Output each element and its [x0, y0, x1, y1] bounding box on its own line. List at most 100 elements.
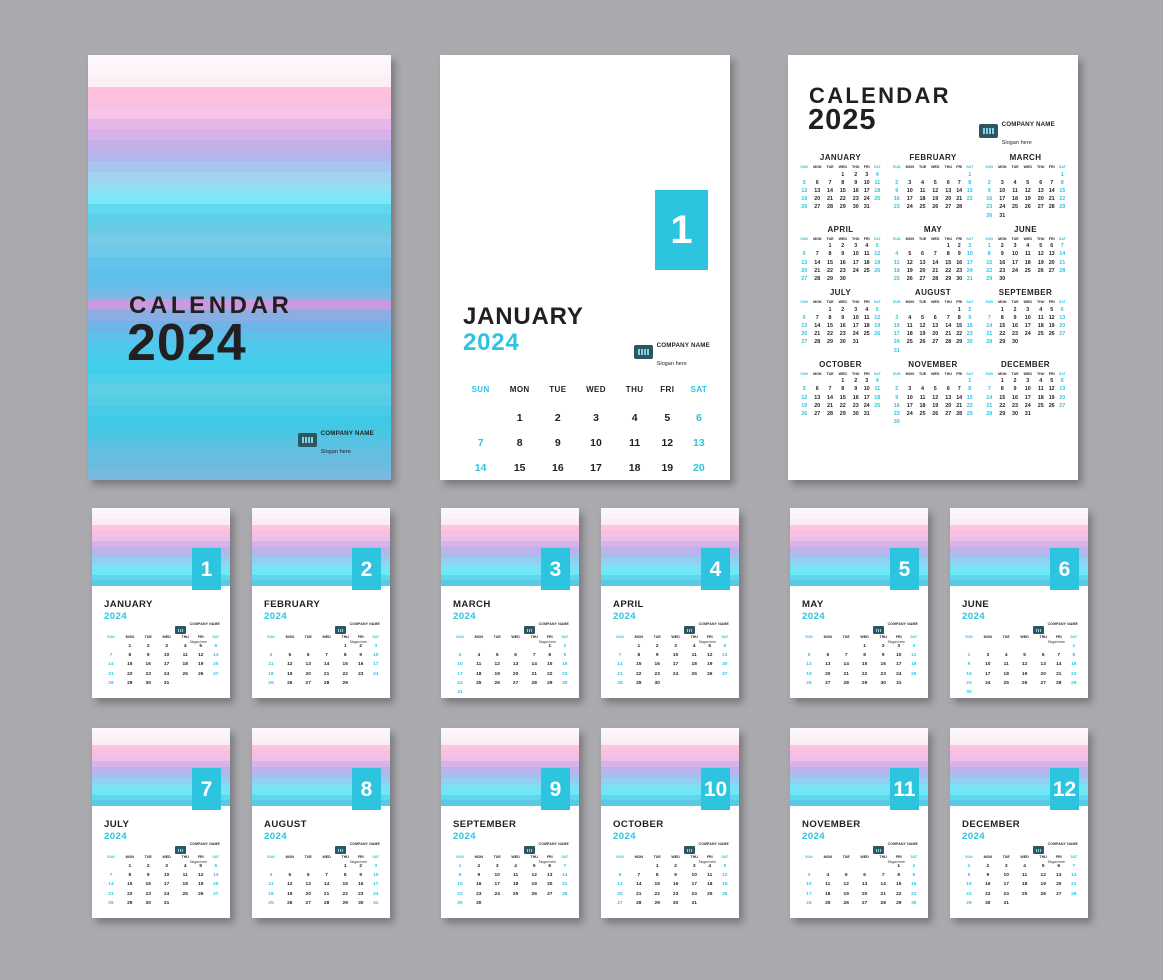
day-cell: 29 [839, 204, 846, 211]
day-header-sat: SAT [910, 855, 918, 859]
day-cell: 17 [966, 259, 973, 266]
day-cell: 15 [513, 461, 526, 474]
empty-day-cell [917, 418, 929, 426]
day-cell: 11 [906, 323, 913, 330]
logo-mark-icon [683, 846, 695, 854]
day-cell: 31 [896, 680, 902, 686]
day-cell: 7 [987, 386, 991, 393]
color-stripe [88, 161, 391, 172]
day-cell: 16 [562, 662, 568, 668]
day-cell: 13 [305, 882, 311, 888]
day-header-sat: SAT [372, 635, 380, 639]
empty-day-cell [810, 171, 824, 179]
month-card-april[interactable]: 4 APRIL 2024 COMPANY NAME Slogan here SUN MON T… [601, 508, 739, 698]
month-page: 1 JANUARY 2024 COMPANY NAME Slogan here … [440, 55, 730, 480]
day-cell: 4 [631, 411, 638, 424]
month-card-may[interactable]: 5 MAY 2024 COMPANY NAME Slogan here SUN MON TUE… [790, 508, 928, 698]
card-month-year: 2024 [453, 831, 476, 842]
day-cell: 18 [268, 891, 274, 897]
empty-day-cell [850, 275, 862, 283]
color-stripe [88, 278, 391, 289]
day-cell: 31 [1003, 900, 1009, 906]
day-cell: 5 [1041, 864, 1045, 870]
day-cell: 15 [999, 323, 1006, 330]
day-header-sat: SAT [212, 855, 220, 859]
day-cell: 11 [707, 873, 713, 879]
week-row: 1 2 3 4 [800, 642, 922, 651]
day-cell: 7 [109, 873, 113, 879]
day-cell: 15 [457, 882, 463, 888]
month-card-october[interactable]: 10 OCTOBER 2024 COMPANY NAME Slogan here SUN M… [601, 728, 739, 918]
week-row: 23 24 25 26 27 28 [891, 203, 976, 211]
card-month-name: AUGUST [264, 819, 307, 830]
card-month-year: 2024 [613, 831, 636, 842]
day-cell: 5 [1050, 378, 1054, 385]
day-header-row: SUN MON TUE WED THU FRI SAT [102, 855, 224, 862]
day-cell: 19 [198, 662, 204, 668]
empty-day-cell [611, 642, 629, 651]
day-cell: 25 [707, 891, 713, 897]
month-card-january[interactable]: 1 JANUARY 2024 COMPANY NAME Slogan here SUN MO… [92, 508, 230, 698]
empty-day-cell [1021, 171, 1035, 179]
empty-day-cell [280, 642, 300, 651]
day-cell: 21 [531, 671, 537, 677]
day-cell: 26 [287, 680, 293, 686]
empty-day-cell [874, 862, 891, 871]
day-cell: 30 [999, 275, 1006, 282]
day-cell: 28 [827, 204, 834, 211]
day-cell: 8 [967, 873, 971, 879]
day-cell: 11 [919, 187, 926, 194]
card-month-name: APRIL [613, 599, 644, 610]
empty-day-cell [818, 642, 838, 651]
day-cell: 15 [654, 882, 660, 888]
day-header-row: SUN MON TUE WED THU FRI SAT [960, 635, 1082, 642]
day-cell: 6 [815, 386, 819, 393]
day-cell: 10 [852, 314, 859, 321]
empty-day-cell [717, 899, 733, 908]
month-card-september[interactable]: 9 SEPTEMBER 2024 COMPANY NAME Slogan here SUN… [441, 728, 579, 918]
month-card-july[interactable]: 7 JULY 2024 COMPANY NAME Slogan here SUN MON TU… [92, 728, 230, 918]
day-cell: 12 [932, 394, 939, 401]
day-cell: 27 [1037, 204, 1044, 211]
day-cell: 28 [323, 900, 330, 906]
day-cell: 8 [516, 436, 523, 449]
year-mini-month-april: APRIL SUN MON TUE WED THU FRI SAT 1 2 3 4 5 6 7 8 9 10 11 1… [798, 225, 883, 283]
month-card-june[interactable]: 6 JUNE 2024 COMPANY NAME Slogan here SUN MON TU… [950, 508, 1088, 698]
day-cell: 9 [967, 662, 971, 668]
day-header-fri: FRI [706, 855, 713, 859]
day-cell: 25 [1021, 891, 1028, 897]
day-cell: 5 [908, 251, 912, 258]
logo-mark-icon [334, 626, 346, 634]
day-header-thu: THU [181, 855, 189, 859]
day-header-tue: TUE [304, 855, 312, 859]
day-cell: 7 [477, 436, 484, 449]
day-header-sun: SUN [616, 635, 624, 639]
month-card-august[interactable]: 8 AUGUST 2024 COMPANY NAME Slogan here SUN MON… [252, 728, 390, 918]
day-cell: 8 [548, 653, 552, 659]
day-cell: 19 [722, 882, 728, 888]
month-card-november[interactable]: 11 NOVEMBER 2024 COMPANY NAME Slogan here SUN… [790, 728, 928, 918]
empty-day-cell [1035, 211, 1047, 219]
day-cell: 13 [919, 259, 926, 266]
day-cell: 7 [563, 864, 567, 870]
week-row: 30 [891, 418, 976, 426]
day-cell: 16 [145, 882, 151, 888]
day-cell: 4 [692, 644, 696, 650]
day-header-wed: WED [162, 855, 171, 859]
day-cell: 3 [908, 179, 912, 186]
day-cell: 6 [695, 411, 702, 424]
month-card-december[interactable]: 12 DECEMBER 2024 COMPANY NAME Slogan here SUN… [950, 728, 1088, 918]
day-cell: 7 [815, 251, 819, 258]
color-stripe [88, 235, 391, 247]
company-logo: COMPANY NAME Slogan here [297, 422, 374, 458]
color-stripe [88, 384, 391, 395]
day-cell: 5 [532, 864, 536, 870]
month-card-march[interactable]: 3 MARCH 2024 COMPANY NAME Slogan here SUN MON T… [441, 508, 579, 698]
day-cell: 30 [880, 680, 886, 686]
day-cell: 25 [911, 671, 917, 677]
day-cell: 4 [269, 653, 273, 659]
month-card-february[interactable]: 2 FEBRUARY 2024 COMPANY NAME Slogan here SUN M… [252, 508, 390, 698]
day-cell: 7 [844, 653, 848, 659]
day-cell: 10 [896, 653, 902, 659]
mini-month-title: MAY [923, 224, 943, 234]
